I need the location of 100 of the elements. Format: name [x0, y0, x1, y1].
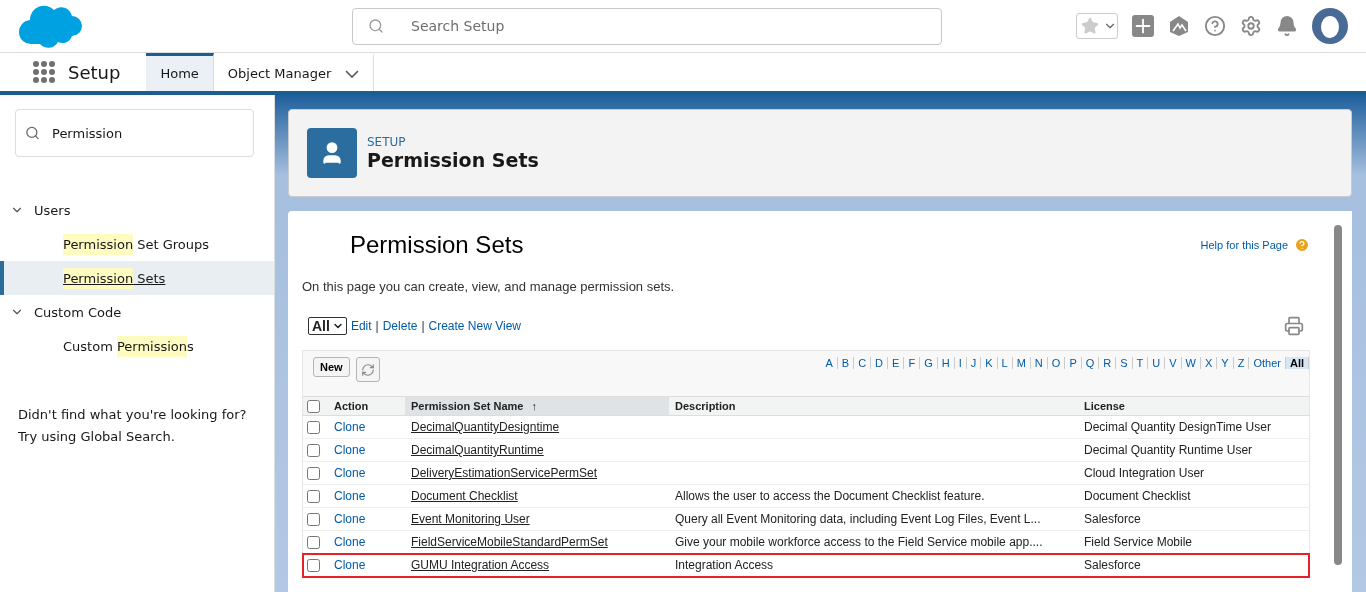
- clone-link[interactable]: Clone: [328, 466, 405, 480]
- tree-item[interactable]: Permission Sets: [0, 261, 274, 295]
- clone-link[interactable]: Clone: [328, 512, 405, 526]
- letter-filter[interactable]: All: [1285, 357, 1309, 369]
- letter-filter[interactable]: R: [1099, 357, 1117, 369]
- tree-group[interactable]: Users: [0, 193, 274, 227]
- select-all-checkbox[interactable]: [307, 399, 320, 413]
- letter-filter[interactable]: U: [1148, 357, 1166, 369]
- column-header[interactable]: Description: [669, 397, 1078, 415]
- view-select[interactable]: All: [308, 317, 347, 335]
- permission-set-link[interactable]: Event Monitoring User: [405, 512, 669, 526]
- settings-icon[interactable]: [1240, 15, 1262, 37]
- scrollbar[interactable]: [1334, 225, 1342, 565]
- help-icon: [1294, 237, 1310, 253]
- clone-link[interactable]: Clone: [328, 558, 405, 572]
- letter-filter[interactable]: P: [1065, 357, 1082, 369]
- table-cell-text: Document Checklist: [1083, 489, 1192, 503]
- letter-filter[interactable]: S: [1116, 357, 1133, 369]
- letter-filter[interactable]: L: [997, 357, 1013, 369]
- tree-item[interactable]: Permission Set Groups: [0, 227, 274, 261]
- table-cell-text: Query all Event Monitoring data, including Event Log Files, Event L...: [674, 512, 1042, 526]
- page-title: Permission Sets: [367, 149, 539, 171]
- letter-filter[interactable]: N: [1030, 357, 1048, 369]
- letter-filter[interactable]: W: [1181, 357, 1201, 369]
- letter-filter[interactable]: T: [1132, 357, 1149, 369]
- mountain-icon[interactable]: [1168, 15, 1190, 37]
- permission-set-link[interactable]: DecimalQuantityRuntime: [405, 443, 669, 457]
- letter-filter[interactable]: K: [981, 357, 998, 369]
- letter-filter[interactable]: O: [1047, 357, 1066, 369]
- row-checkbox[interactable]: [307, 535, 320, 549]
- letter-filter[interactable]: D: [871, 357, 889, 369]
- table-cell-text: Salesforce: [1083, 512, 1142, 526]
- letter-filter[interactable]: X: [1201, 357, 1218, 369]
- table-cell-text: Give your mobile workforce access to the Field Service mobile app....: [674, 535, 1044, 549]
- letter-filter[interactable]: G: [920, 357, 938, 369]
- letter-filter[interactable]: Other: [1249, 357, 1286, 369]
- tree-group[interactable]: Custom Code: [0, 295, 274, 329]
- breadcrumb: SETUP: [367, 135, 407, 149]
- separator: |: [375, 319, 379, 333]
- table-cell-text: Decimal Quantity DesignTime User: [1083, 420, 1272, 434]
- letter-filter[interactable]: H: [937, 357, 955, 369]
- permission-set-link[interactable]: Document Checklist: [405, 489, 669, 503]
- permission-set-link[interactable]: FieldServiceMobileStandardPermSet: [405, 535, 669, 549]
- clone-link[interactable]: Clone: [328, 489, 405, 503]
- clone-link[interactable]: Clone: [328, 535, 405, 549]
- cloud-logo: [18, 4, 82, 48]
- letter-filter[interactable]: C: [854, 357, 872, 369]
- permission-set-link[interactable]: DeliveryEstimationServicePermSet: [405, 466, 669, 480]
- separator: |: [421, 319, 425, 333]
- column-header[interactable]: Permission Set Name ↑: [405, 397, 669, 415]
- add-icon[interactable]: [1132, 15, 1154, 37]
- help-icon[interactable]: [1204, 15, 1226, 37]
- letter-filter[interactable]: B: [837, 357, 855, 369]
- group-label: Users: [34, 202, 71, 218]
- letter-filter[interactable]: Y: [1217, 357, 1234, 369]
- permission-set-link[interactable]: DecimalQuantityDesigntime: [405, 420, 669, 434]
- letter-filter[interactable]: A: [821, 357, 838, 369]
- table-cell-text: Salesforce: [1083, 558, 1142, 572]
- search-field[interactable]: Permission: [15, 109, 254, 157]
- letter-filter[interactable]: M: [1012, 357, 1031, 369]
- view-link[interactable]: Delete: [382, 319, 418, 333]
- user-icon: [307, 128, 357, 178]
- star-icon: [1081, 17, 1099, 35]
- permission-set-link[interactable]: GUMU Integration Access: [405, 558, 669, 572]
- group-label: Custom Code: [34, 304, 122, 320]
- search-field[interactable]: Search Setup: [352, 7, 942, 45]
- bell-icon[interactable]: [1276, 15, 1298, 37]
- letter-filter[interactable]: F: [904, 357, 921, 369]
- row-checkbox[interactable]: [307, 420, 320, 434]
- table-cell-text: Integration Access: [674, 558, 775, 572]
- row-checkbox[interactable]: [307, 558, 320, 572]
- letter-filter[interactable]: Q: [1081, 357, 1100, 369]
- print-icon[interactable]: [1284, 316, 1304, 336]
- letter-filter[interactable]: V: [1165, 357, 1182, 369]
- row-checkbox[interactable]: [307, 466, 320, 480]
- letter-filter[interactable]: I: [954, 357, 967, 369]
- app-launcher-icon[interactable]: [32, 60, 56, 84]
- view-link[interactable]: Edit: [350, 319, 372, 333]
- table-cell-text: Allows the user to access the Document Checklist feature.: [674, 489, 986, 503]
- column-header[interactable]: License: [1078, 397, 1291, 415]
- row-checkbox[interactable]: [307, 489, 320, 503]
- help-link[interactable]: Help for this Page: [1200, 237, 1310, 253]
- refresh-button[interactable]: [355, 357, 380, 382]
- avatar[interactable]: [1312, 8, 1348, 44]
- clone-link[interactable]: Clone: [328, 443, 405, 457]
- letter-filter[interactable]: Z: [1233, 357, 1250, 369]
- row-checkbox[interactable]: [307, 512, 320, 526]
- letter-filter[interactable]: E: [888, 357, 905, 369]
- clone-link[interactable]: Clone: [328, 420, 405, 434]
- new-button[interactable]: New: [313, 357, 350, 377]
- view-link[interactable]: Create New View: [428, 319, 521, 333]
- table-cell-text: Cloud Integration User: [1083, 466, 1206, 480]
- search-icon: [368, 18, 384, 34]
- letter-filter[interactable]: J: [966, 357, 982, 369]
- tree-item[interactable]: Custom Permissions: [0, 329, 274, 363]
- refresh-icon: [360, 362, 375, 377]
- row-checkbox[interactable]: [307, 443, 320, 457]
- search-icon: [25, 125, 40, 141]
- nav-tab[interactable]: Home: [146, 53, 214, 91]
- column-header[interactable]: Action: [328, 397, 405, 415]
